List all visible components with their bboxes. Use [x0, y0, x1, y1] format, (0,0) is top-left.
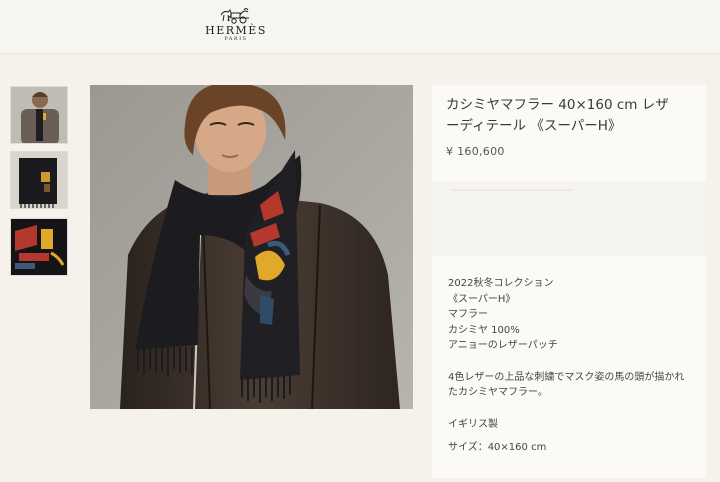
thumbnail-scarf-detail[interactable] [10, 151, 68, 209]
product-description-panel: 2022秋冬コレクション 《スーパーH》 マフラー カシミヤ 100% アニョー… [432, 256, 706, 478]
brand-logo[interactable]: HERMÈS PARIS [196, 6, 276, 50]
brand-name: HERMÈS [205, 24, 267, 37]
product-info-panel: カシミヤマフラー 40×160 cm レザ ーディテール 《スーパーH》 ¥ 1… [432, 85, 706, 181]
description-text-line: たカシミヤマフラー。 [448, 387, 548, 398]
product-title-line-1: カシミヤマフラー 40×160 cm レザ [446, 97, 669, 113]
thumbnail-model[interactable] [10, 86, 68, 144]
spec-line: アニョーのレザーパッチ [448, 340, 558, 351]
spec-line: カシミヤ 100% [448, 324, 520, 336]
site-header: HERMÈS PARIS [0, 0, 720, 54]
brand-subtitle: PARIS [224, 36, 248, 42]
horse-carriage-logo-icon [220, 8, 249, 24]
origin-text: イギリス製 [448, 418, 498, 430]
product-title-line-2: ーディテール 《スーパーH》 [446, 118, 622, 134]
spec-line: 2022秋冬コレクション [448, 278, 554, 289]
main-product-image[interactable] [90, 85, 413, 409]
spec-line: マフラー [448, 309, 488, 320]
description-text-line: 4色レザーの上品な刺繍でマスク姿の馬の頭が描かれ [448, 371, 685, 383]
product-title: カシミヤマフラー 40×160 cm レザ ーディテール 《スーパーH》 [446, 95, 692, 137]
spec-line: 《スーパーH》 [448, 293, 516, 305]
options-area [432, 181, 706, 256]
divider [452, 189, 572, 191]
thumbnail-scarf-folded[interactable] [10, 218, 68, 276]
product-price: ¥ 160,600 [446, 145, 505, 158]
size-text: サイズ：40×160 cm [448, 442, 547, 453]
